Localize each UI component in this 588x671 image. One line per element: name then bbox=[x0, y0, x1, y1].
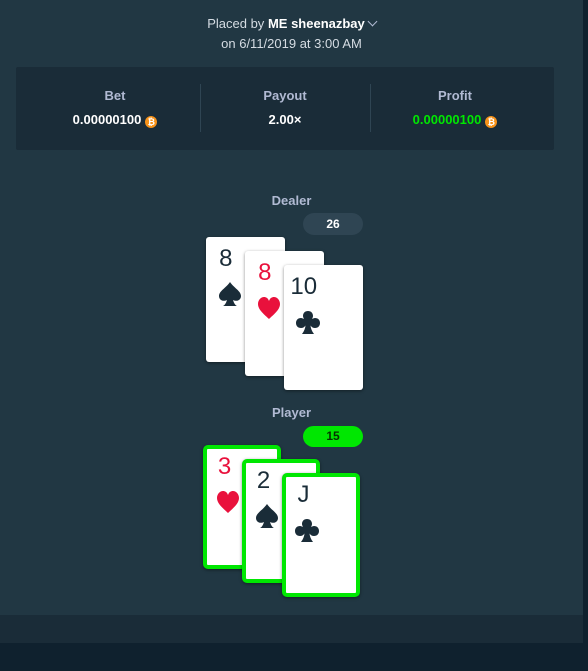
player-label: Player bbox=[271, 405, 312, 420]
bitcoin-icon: ₿ bbox=[145, 116, 158, 128]
placed-by-line: Placed by ME sheenazbay bbox=[0, 16, 583, 31]
background-bottom-bar bbox=[0, 643, 588, 671]
card-rank: J bbox=[297, 481, 310, 508]
scrollbar[interactable] bbox=[583, 0, 588, 643]
placed-by-prefix: Placed by bbox=[207, 16, 265, 31]
me-tag: ME bbox=[267, 16, 288, 31]
bet-value: 0.00000100 bbox=[72, 112, 142, 127]
club-suit-icon bbox=[296, 311, 320, 334]
chevron-down-icon[interactable] bbox=[367, 16, 378, 27]
heart-suit-icon bbox=[217, 491, 239, 513]
username-link[interactable]: sheenazbay bbox=[291, 16, 365, 31]
spade-suit-icon bbox=[219, 282, 241, 306]
profit-value-row: 0.00000100 ₿ bbox=[370, 112, 540, 128]
placed-date: on 6/11/2019 at 3:00 AM bbox=[221, 36, 362, 51]
bet-stats-panel: Bet 0.00000100 ₿ Payout 2.00× Profit 0.00… bbox=[16, 67, 554, 150]
card-rank: 2 bbox=[256, 467, 271, 494]
bet-value-row: 0.00000100 ₿ bbox=[30, 112, 200, 128]
card-rank: 10 bbox=[290, 273, 318, 300]
card-rank: 8 bbox=[219, 245, 233, 272]
modal-footer bbox=[0, 615, 583, 643]
club-suit-icon bbox=[295, 519, 319, 542]
profit-label: Profit bbox=[438, 88, 472, 103]
payout-label: Payout bbox=[263, 88, 307, 103]
bet-label: Bet bbox=[104, 88, 126, 103]
player-total-badge: 15 bbox=[303, 426, 363, 447]
playing-card: J bbox=[282, 473, 360, 597]
heart-suit-icon bbox=[258, 297, 280, 319]
spade-suit-icon bbox=[256, 504, 278, 528]
card-rank: 8 bbox=[258, 259, 272, 286]
payout-value: 2.00× bbox=[268, 112, 302, 127]
bitcoin-icon: ₿ bbox=[485, 116, 498, 128]
bet-details-modal: Placed by ME sheenazbay on 6/11/2019 at … bbox=[0, 0, 583, 643]
profit-stat: Profit 0.00000100 ₿ bbox=[370, 67, 540, 150]
profit-value: 0.00000100 bbox=[412, 112, 482, 127]
payout-stat: Payout 2.00× bbox=[200, 67, 370, 150]
playing-card: 10 bbox=[284, 265, 363, 390]
bet-stat: Bet 0.00000100 ₿ bbox=[30, 67, 200, 150]
dealer-total-badge: 26 bbox=[303, 213, 363, 235]
dealer-label: Dealer bbox=[271, 193, 312, 208]
card-rank: 3 bbox=[217, 453, 232, 480]
